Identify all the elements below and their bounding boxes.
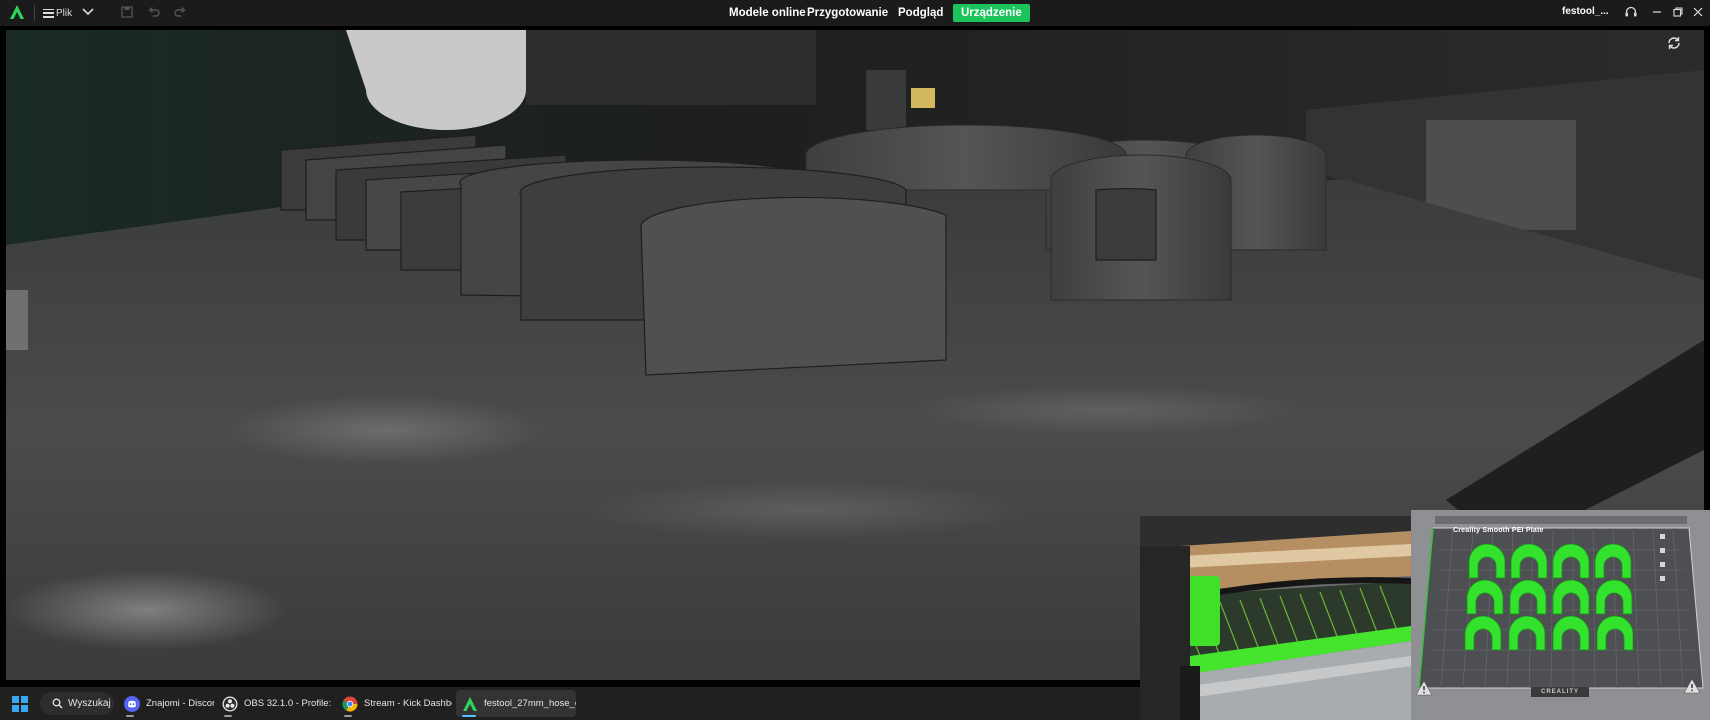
taskbar-item-obs[interactable]: OBS 32.1.0 - Profile: Bez [216,690,332,717]
minimize-icon[interactable] [1650,5,1664,19]
warning-icon [1683,678,1701,694]
title-bar: Plik Modele online Przygotowanie Podgląd… [0,0,1710,26]
close-icon[interactable] [1691,5,1705,19]
taskbar-item-chrome[interactable]: Stream - Kick Dashboar [336,690,452,717]
save-icon[interactable] [120,5,134,19]
chrome-icon [342,696,358,712]
tab-device[interactable]: Urządzenie [953,4,1030,22]
task-label: Stream - Kick Dashboar [364,698,452,709]
webcam-image [1140,516,1411,720]
restore-icon[interactable] [1671,5,1685,19]
running-indicator [344,715,352,717]
slicer-preview-overlay: Creality Smooth PEI Plate CREALITY [1411,510,1710,720]
hamburger-icon [43,8,54,18]
tab-prepare[interactable]: Przygotowanie [799,4,896,22]
main-tabs: Modele online Przygotowanie Podgląd Urzą… [0,0,1710,26]
taskbar-search[interactable]: Wyszukaj [40,692,114,715]
webcam-overlay [1140,516,1411,720]
tab-preview[interactable]: Podgląd [890,4,951,22]
windows-start-icon[interactable] [12,696,28,712]
support-headset-icon[interactable] [1624,5,1638,19]
running-indicator [462,715,476,717]
refresh-icon[interactable] [1666,35,1682,51]
creality-logo-icon[interactable] [9,4,25,20]
plate-name: Creality Smooth PEI Plate [1453,527,1544,534]
windows-taskbar: Wyszukaj Znajomi - Discord OBS 32.1.0 - … [0,687,1140,720]
search-label: Wyszukaj [68,698,111,709]
project-name[interactable]: festool_... [1562,6,1609,17]
task-label: festool_27mm_hose_cab [484,698,576,709]
chevron-down-icon[interactable] [82,7,94,17]
task-label: OBS 32.1.0 - Profile: Bez [244,698,332,709]
running-indicator [126,715,134,717]
file-menu-label: Plik [56,7,73,19]
brand-logo-text: CREALITY [1531,687,1589,697]
taskbar-item-discord[interactable]: Znajomi - Discord [118,690,214,717]
file-menu-button[interactable]: Plik [43,5,72,21]
warning-icon [1415,680,1433,696]
task-label: Znajomi - Discord [146,698,214,709]
divider [34,5,35,21]
discord-icon [124,695,140,712]
search-icon [52,698,63,709]
creality-icon [463,696,477,711]
undo-icon[interactable] [147,5,161,19]
obs-icon [222,696,238,711]
running-indicator [224,715,232,717]
taskbar-item-creality-print[interactable]: festool_27mm_hose_cab [456,690,576,717]
redo-icon[interactable] [173,5,187,19]
